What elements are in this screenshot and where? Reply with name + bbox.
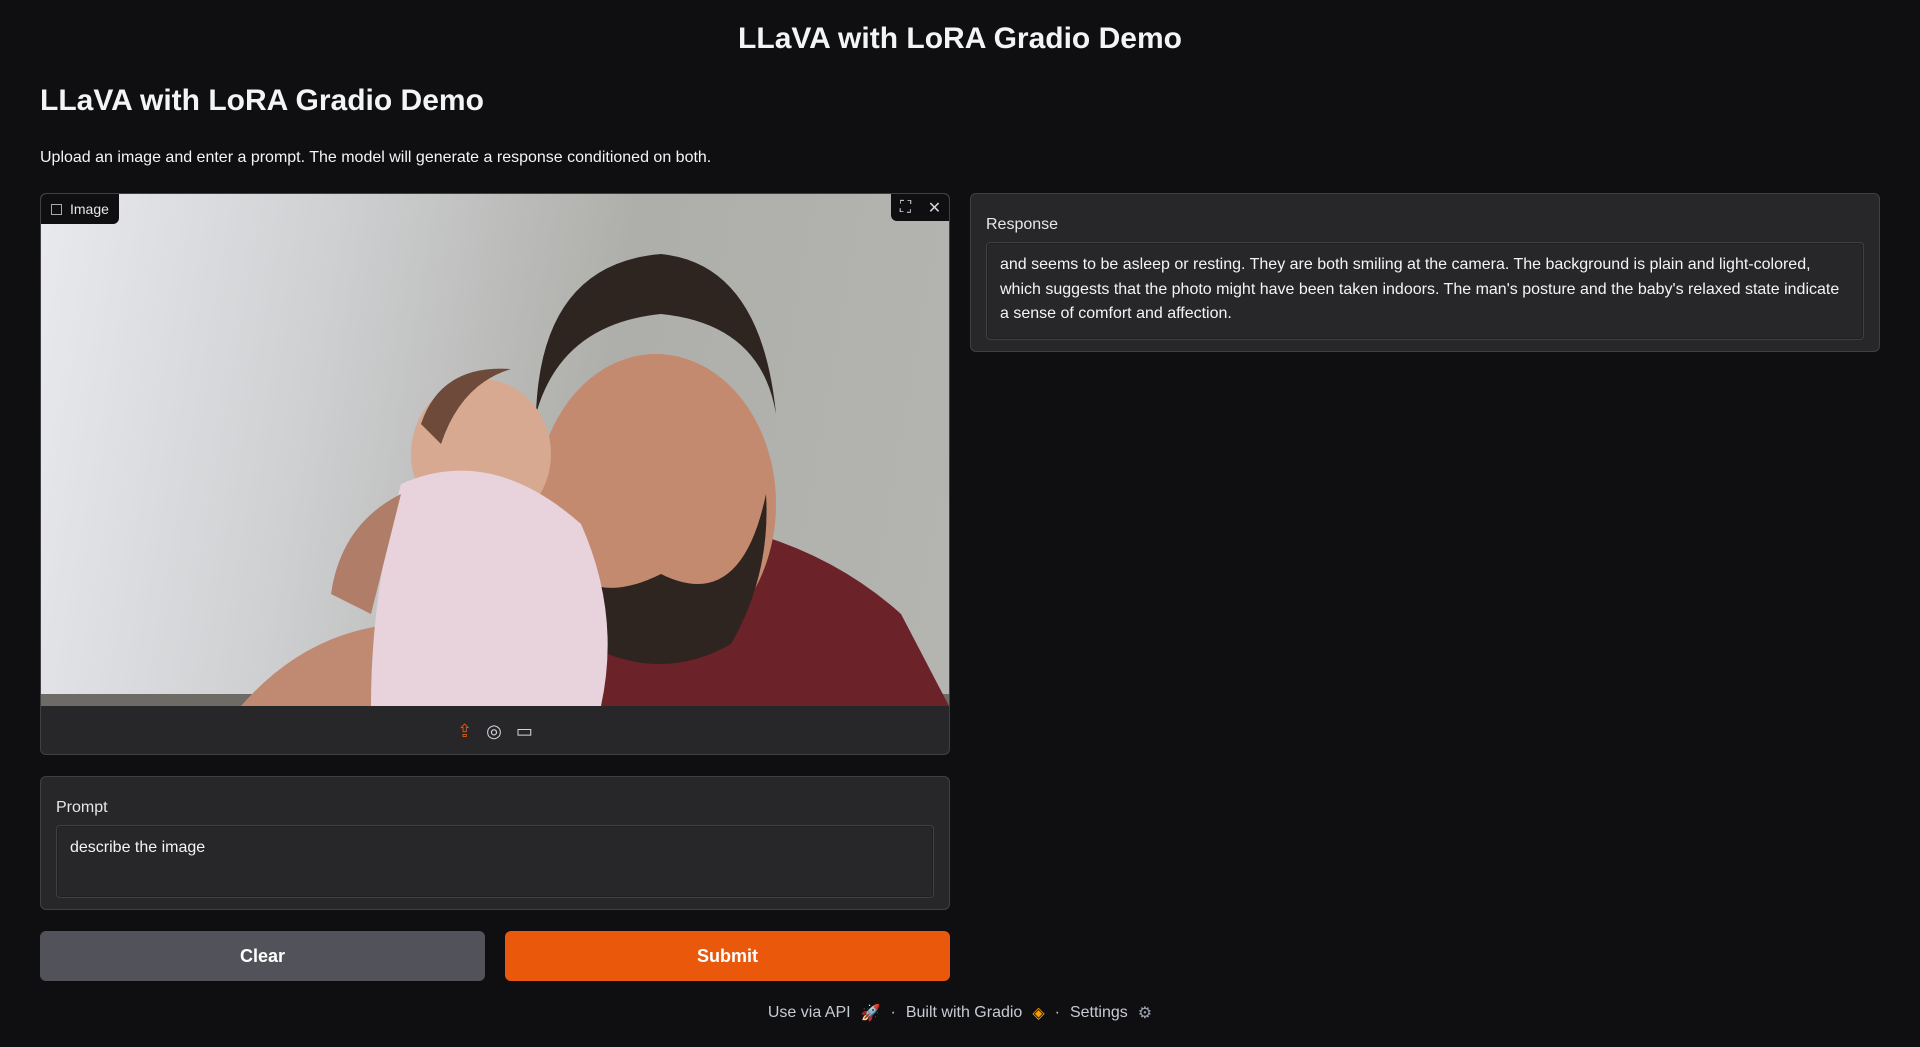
submit-button[interactable]: Submit [505, 931, 950, 981]
uploaded-photo [41, 194, 949, 706]
close-icon[interactable]: ✕ [920, 194, 949, 221]
clear-button[interactable]: Clear [40, 931, 485, 981]
use-via-api-link[interactable]: Use via API [768, 1004, 851, 1022]
gradio-logo-icon: ◈ [1032, 1005, 1045, 1022]
heading: LLaVA with LoRA Gradio Demo [40, 84, 484, 117]
gear-icon: ⚙ [1137, 1005, 1153, 1022]
built-with-gradio-link[interactable]: Built with Gradio [906, 1004, 1023, 1022]
prompt-label: Prompt [56, 799, 108, 816]
image-icon [51, 203, 62, 215]
prompt-input[interactable]: describe the image [56, 825, 934, 898]
image-input[interactable]: Image ⛶ ✕ ⇪ ◎ ▭ [40, 193, 950, 755]
image-source-bar: ⇪ ◎ ▭ [41, 706, 949, 754]
response-panel: Response and seems to be asleep or resti… [970, 193, 1880, 352]
footer: Use via API 🚀 · Built with Gradio ◈ · Se… [767, 1004, 1153, 1022]
image-tools: ⛶ ✕ [891, 194, 949, 221]
page-title: LLaVA with LoRA Gradio Demo [738, 22, 1182, 55]
response-output[interactable]: and seems to be asleep or resting. They … [986, 242, 1864, 340]
prompt-panel: Prompt describe the image [40, 776, 950, 910]
clipboard-icon[interactable]: ▭ [516, 721, 533, 742]
fullscreen-icon[interactable]: ⛶ [891, 194, 920, 221]
description: Upload an image and enter a prompt. The … [40, 149, 712, 166]
rocket-icon: 🚀 [860, 1005, 881, 1022]
response-label: Response [986, 216, 1059, 233]
image-label: Image [41, 194, 119, 224]
settings-link[interactable]: Settings [1070, 1004, 1128, 1022]
upload-icon[interactable]: ⇪ [457, 721, 472, 742]
webcam-icon[interactable]: ◎ [486, 721, 502, 742]
